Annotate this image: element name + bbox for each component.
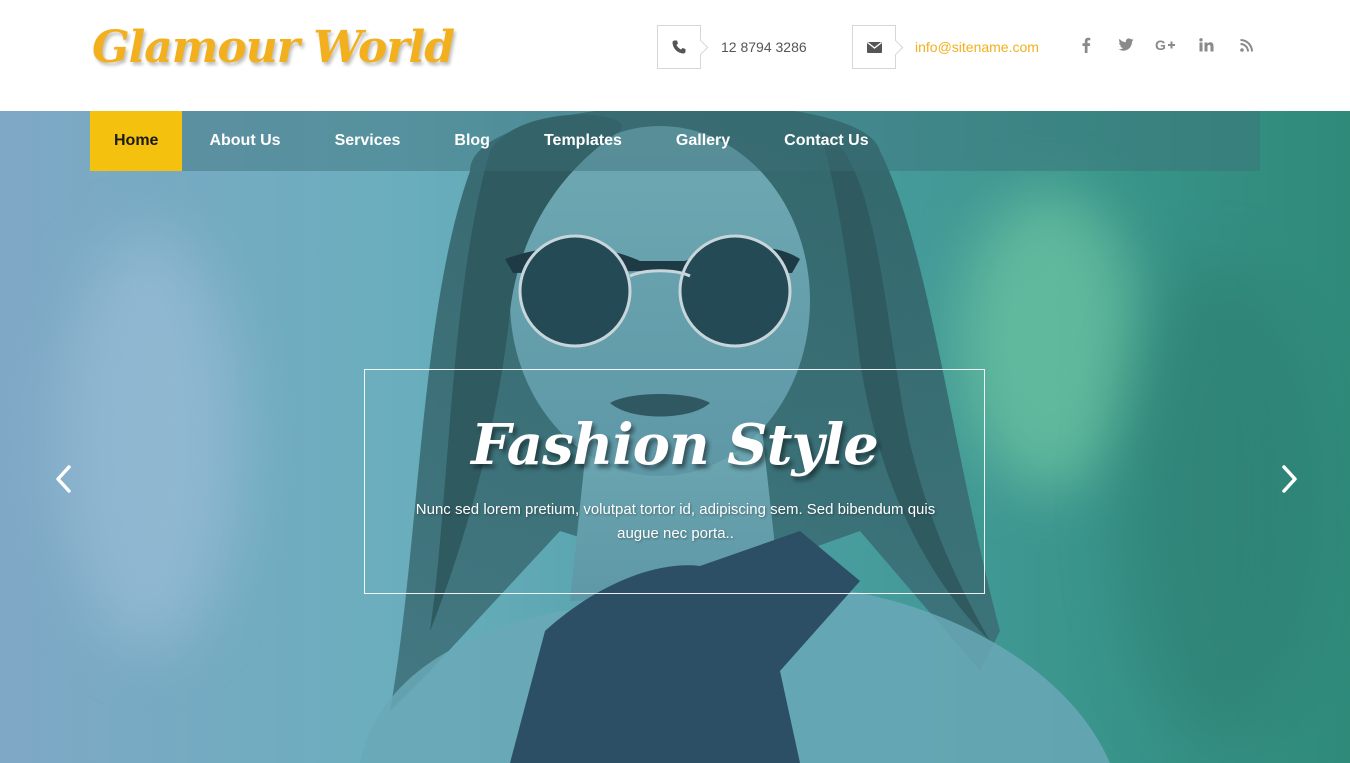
mail-icon-box: [852, 25, 896, 69]
site-logo[interactable]: Glamour World: [92, 22, 455, 73]
linkedin-icon[interactable]: [1186, 33, 1226, 57]
twitter-icon[interactable]: [1106, 33, 1146, 57]
email-link[interactable]: info@sitename.com: [915, 39, 1039, 55]
chevron-left-icon: [56, 465, 71, 493]
site-header: Glamour World 12 8794 3286 info@sitename…: [0, 0, 1350, 111]
social-links: G: [1066, 33, 1266, 57]
phone-number: 12 8794 3286: [721, 39, 807, 55]
slide-description: Nunc sed lorem pretium, volutpat tortor …: [415, 501, 936, 542]
slider-prev-arrow[interactable]: [51, 462, 75, 496]
envelope-icon: [867, 41, 882, 53]
nav-item-gallery[interactable]: Gallery: [649, 111, 757, 171]
facebook-icon[interactable]: [1066, 33, 1106, 57]
nav-item-blog[interactable]: Blog: [427, 111, 517, 171]
nav-item-about-us[interactable]: About Us: [182, 111, 307, 171]
svg-text:G: G: [1155, 38, 1166, 52]
nav-item-contact-us[interactable]: Contact Us: [757, 111, 895, 171]
nav-item-templates[interactable]: Templates: [517, 111, 649, 171]
slide-caption: Fashion Style Nunc sed lorem pretium, vo…: [364, 369, 985, 594]
chevron-right-icon: [1282, 465, 1297, 493]
main-navigation: Home About Us Services Blog Templates Ga…: [90, 111, 1260, 171]
phone-icon-box: [657, 25, 701, 69]
phone-icon: [672, 40, 686, 54]
slide-title: Fashion Style: [471, 412, 879, 478]
rss-icon[interactable]: [1226, 33, 1266, 57]
google-plus-icon[interactable]: G: [1146, 33, 1186, 57]
slider-next-arrow[interactable]: [1278, 462, 1302, 496]
nav-item-home[interactable]: Home: [90, 111, 183, 171]
nav-item-services[interactable]: Services: [308, 111, 428, 171]
